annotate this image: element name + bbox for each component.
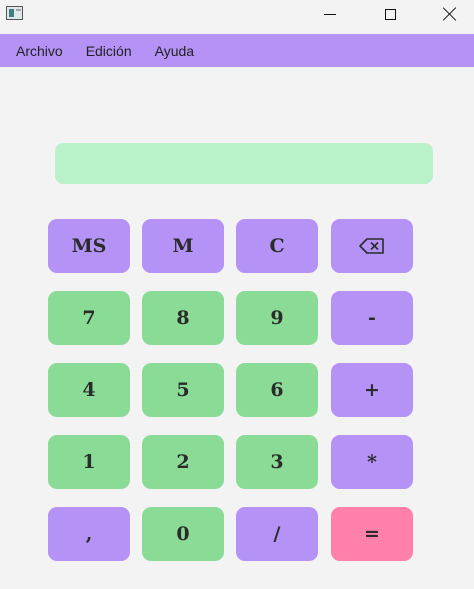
- app-icon: [6, 6, 23, 20]
- calculator-window: Archivo Edición Ayuda MS M C 7 8 9 - 4 5…: [0, 0, 474, 589]
- memory-store-button[interactable]: MS: [48, 219, 130, 273]
- digit-8-button[interactable]: 8: [142, 291, 224, 345]
- equals-button[interactable]: =: [331, 507, 413, 561]
- minimize-icon: [324, 13, 336, 15]
- add-button[interactable]: +: [331, 363, 413, 417]
- menu-bar: Archivo Edición Ayuda: [0, 34, 474, 67]
- menu-edicion[interactable]: Edición: [75, 43, 144, 59]
- digit-1-button[interactable]: 1: [48, 435, 130, 489]
- menu-ayuda[interactable]: Ayuda: [144, 43, 206, 59]
- digit-6-button[interactable]: 6: [236, 363, 318, 417]
- backspace-button[interactable]: [331, 219, 413, 273]
- maximize-icon: [384, 8, 396, 20]
- digit-3-button[interactable]: 3: [236, 435, 318, 489]
- decimal-comma-button[interactable]: ,: [48, 507, 130, 561]
- close-icon: [443, 7, 457, 21]
- title-bar: [0, 0, 474, 34]
- multiply-button[interactable]: *: [331, 435, 413, 489]
- digit-5-button[interactable]: 5: [142, 363, 224, 417]
- digit-2-button[interactable]: 2: [142, 435, 224, 489]
- calculator-display: [55, 143, 433, 184]
- digit-7-button[interactable]: 7: [48, 291, 130, 345]
- digit-9-button[interactable]: 9: [236, 291, 318, 345]
- memory-button[interactable]: M: [142, 219, 224, 273]
- close-button[interactable]: [427, 0, 473, 28]
- digit-4-button[interactable]: 4: [48, 363, 130, 417]
- subtract-button[interactable]: -: [331, 291, 413, 345]
- digit-0-button[interactable]: 0: [142, 507, 224, 561]
- maximize-button[interactable]: [367, 0, 413, 28]
- clear-button[interactable]: C: [236, 219, 318, 273]
- minimize-button[interactable]: [307, 0, 353, 28]
- menu-archivo[interactable]: Archivo: [0, 43, 75, 59]
- divide-button[interactable]: /: [236, 507, 318, 561]
- backspace-icon: [359, 238, 385, 254]
